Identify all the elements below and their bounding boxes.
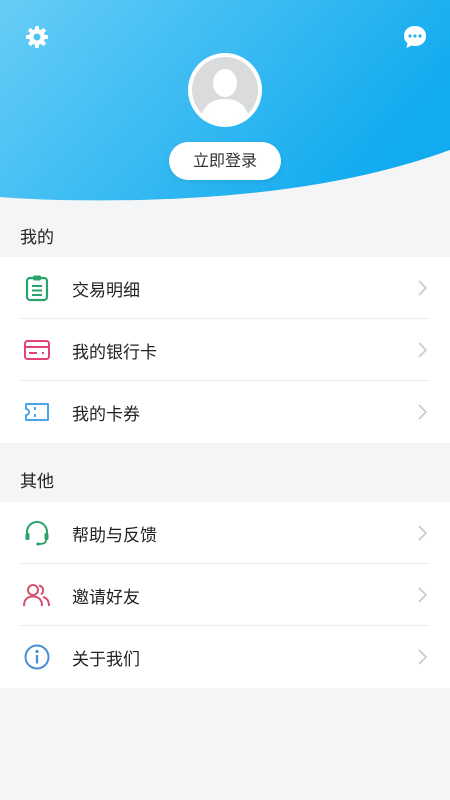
info-icon (22, 642, 52, 672)
list-item-label: 我的银行卡 (72, 342, 157, 363)
receipt-icon (22, 273, 52, 303)
settings-button[interactable] (22, 22, 52, 52)
list-item-label: 邀请好友 (72, 587, 140, 608)
invite-users-icon (22, 580, 52, 610)
gear-icon (26, 26, 48, 48)
login-button[interactable]: 立即登录 (169, 142, 281, 180)
headset-icon (22, 518, 52, 548)
list-item-help-feedback[interactable]: 帮助与反馈 (0, 502, 450, 564)
chevron-right-icon (416, 341, 428, 359)
default-user-avatar-icon (192, 57, 258, 123)
list-item-bank-cards[interactable]: 我的银行卡 (0, 319, 450, 381)
chevron-right-icon (416, 403, 428, 421)
list-item-about-us[interactable]: 关于我们 (0, 626, 450, 688)
chevron-right-icon (416, 524, 428, 542)
mine-list: 交易明细 我的银行卡 我的卡券 (0, 257, 450, 443)
list-item-transactions[interactable]: 交易明细 (0, 257, 450, 319)
list-item-label: 交易明细 (72, 280, 140, 301)
list-item-label: 我的卡券 (72, 404, 140, 425)
chat-bubble-icon (404, 26, 426, 48)
chevron-right-icon (416, 279, 428, 297)
bank-card-icon (22, 335, 52, 365)
coupon-icon (22, 397, 52, 427)
list-item-invite-friends[interactable]: 邀请好友 (0, 564, 450, 626)
profile-header: 立即登录 (0, 0, 450, 205)
message-button[interactable] (400, 22, 430, 52)
chevron-right-icon (416, 586, 428, 604)
chevron-right-icon (416, 648, 428, 666)
avatar[interactable] (188, 53, 262, 127)
section-title-mine: 我的 (20, 228, 54, 248)
other-list: 帮助与反馈 邀请好友 关于我们 (0, 502, 450, 688)
section-title-other: 其他 (20, 472, 54, 492)
list-item-coupons[interactable]: 我的卡券 (0, 381, 450, 443)
list-item-label: 关于我们 (72, 649, 140, 670)
list-item-label: 帮助与反馈 (72, 525, 157, 546)
